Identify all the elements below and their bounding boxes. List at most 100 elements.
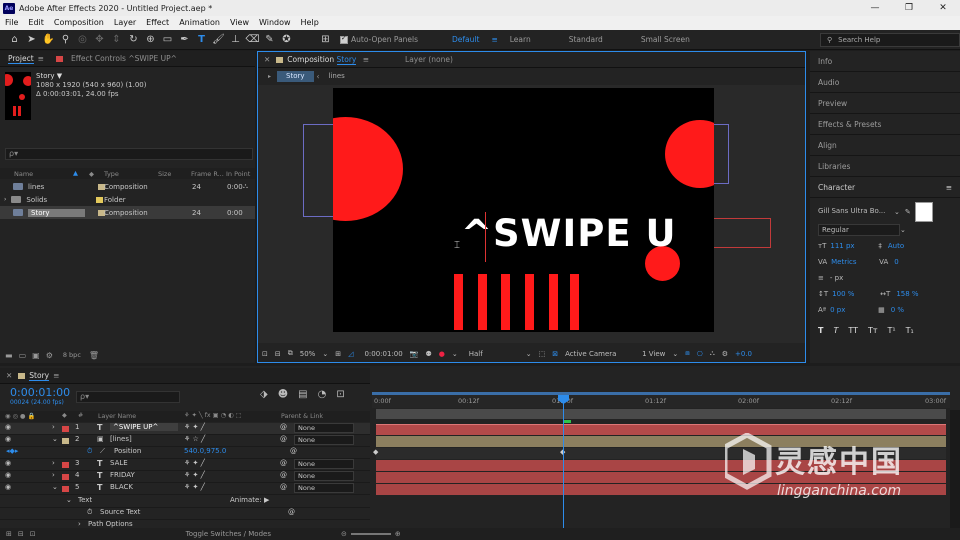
panel-character[interactable]: Character ≡: [810, 177, 960, 198]
menu-animation[interactable]: Animation: [174, 16, 225, 30]
menu-view[interactable]: View: [225, 16, 254, 30]
red-circle-left[interactable]: [333, 117, 403, 221]
tab-layer[interactable]: Layer (none): [397, 52, 461, 68]
video-eye-icon[interactable]: ◉ ◎ ● 🔒: [5, 412, 35, 420]
parent-dropdown[interactable]: None: [294, 435, 354, 445]
col-name[interactable]: Name: [14, 170, 33, 178]
tab-timeline-story[interactable]: Story ≡: [25, 368, 67, 384]
menu-edit[interactable]: Edit: [23, 16, 49, 30]
show-snapshot-icon[interactable]: ⚉: [425, 350, 431, 358]
label-col-icon[interactable]: ◆: [89, 170, 94, 178]
modes-pane-icon[interactable]: ⊟: [18, 530, 24, 538]
transparency-grid-icon[interactable]: ⊠: [552, 350, 558, 358]
layer-switches-icon[interactable]: ⚘ ✦ ╱: [184, 423, 205, 431]
panel-menu-icon[interactable]: ≡: [946, 177, 952, 198]
minimize-button[interactable]: —: [858, 0, 892, 16]
project-comp-name[interactable]: Story ▼: [36, 72, 147, 81]
sort-arrow-icon[interactable]: ▲: [73, 169, 78, 177]
layer-label-color[interactable]: [62, 474, 69, 480]
chevron-down-icon[interactable]: ⌄: [900, 226, 906, 234]
chevron-right-icon[interactable]: ›: [52, 459, 55, 467]
layer-switches-pane-icon[interactable]: ⊞: [6, 530, 12, 538]
label-color[interactable]: [96, 196, 104, 203]
red-line-2[interactable]: [478, 274, 487, 330]
pick-whip-icon[interactable]: @: [280, 459, 287, 467]
workspace-learn[interactable]: Learn: [498, 30, 543, 50]
layer-bounding-box[interactable]: [713, 124, 729, 184]
frame-blending-icon[interactable]: ▤: [298, 389, 307, 400]
red-line-1[interactable]: [454, 274, 463, 330]
layout-icon[interactable]: ⧉: [288, 349, 293, 358]
chevron-down-icon[interactable]: ⌄: [894, 208, 900, 216]
keyframe-navigator-icon[interactable]: ◂◆▸: [6, 447, 18, 455]
auto-open-panels-checkbox[interactable]: [340, 34, 348, 44]
toggle-pixel-aspect-icon[interactable]: ⧈: [685, 349, 689, 358]
time-ruler[interactable]: 0:00f 00:12f 01:00f 01:12f 02:00f 02:12f…: [372, 392, 950, 408]
chevron-right-icon[interactable]: ›: [52, 423, 55, 431]
chevron-down-icon[interactable]: ⌄: [452, 350, 458, 358]
visibility-eye-icon[interactable]: ◉: [5, 471, 11, 479]
layer-switches-icon[interactable]: ⚘ ✦ ╱: [184, 459, 205, 467]
red-line-6[interactable]: [570, 274, 579, 330]
menu-window[interactable]: Window: [254, 16, 296, 30]
current-time-indicator[interactable]: [563, 396, 564, 531]
source-text-row[interactable]: ⏱ Source Text @: [0, 508, 370, 520]
breadcrumb-story[interactable]: Story: [277, 70, 314, 82]
selection-tool-icon[interactable]: ➤: [23, 30, 40, 50]
graph-editor-icon[interactable]: ⊡: [336, 389, 344, 400]
rectangle-tool-icon[interactable]: ▭: [159, 30, 176, 50]
tracking-field[interactable]: 0: [894, 258, 898, 266]
visibility-eye-icon[interactable]: ◉: [5, 459, 11, 467]
parent-dropdown[interactable]: None: [294, 459, 354, 469]
interpret-footage-icon[interactable]: ▬: [5, 351, 13, 360]
red-line-4[interactable]: [525, 274, 534, 330]
in-out-pane-icon[interactable]: ⊡: [30, 530, 36, 538]
layer-name[interactable]: ^SWIPE UP^: [110, 423, 178, 431]
tab-composition[interactable]: Composition Story ≡: [283, 52, 377, 68]
chevron-right-icon[interactable]: ›: [4, 196, 6, 203]
position-property-row[interactable]: ◂◆▸ ⏱ ⟋ Position 540.0,975.0 @: [0, 447, 370, 459]
red-line-5[interactable]: [549, 274, 558, 330]
panel-preview[interactable]: Preview: [810, 93, 960, 114]
parent-dropdown[interactable]: None: [294, 483, 354, 493]
red-line-3[interactable]: [501, 274, 510, 330]
puppet-tool-icon[interactable]: ✪: [278, 30, 295, 50]
col-parent-link[interactable]: Parent & Link: [281, 413, 323, 420]
vertical-scale-field[interactable]: 100 %: [832, 290, 880, 298]
faux-italic-button[interactable]: T: [833, 326, 838, 335]
hand-tool-icon[interactable]: ✋: [40, 30, 57, 50]
fill-color-swatch[interactable]: [914, 202, 933, 222]
col-frame-rate[interactable]: Frame R...: [191, 170, 224, 178]
project-search-input[interactable]: ρ▾: [5, 148, 253, 160]
anchor-point-tool-icon[interactable]: ⊕: [142, 30, 159, 50]
tab-effect-controls[interactable]: Effect Controls ^SWIPE UP^: [63, 51, 185, 67]
roto-brush-tool-icon[interactable]: ✎: [261, 30, 278, 50]
font-style-dropdown[interactable]: Regular: [818, 224, 900, 236]
tab-project[interactable]: Project ≡: [0, 51, 52, 67]
color-channel-icon[interactable]: ●: [439, 350, 445, 358]
panel-libraries[interactable]: Libraries: [810, 156, 960, 177]
chevron-down-icon[interactable]: ⌄: [672, 350, 678, 358]
layer-name[interactable]: BLACK: [110, 483, 133, 491]
layer-label-color[interactable]: [62, 462, 69, 468]
reset-exposure-icon[interactable]: ⚙: [722, 350, 728, 358]
timeline-current-time[interactable]: 0:00:01:00: [10, 386, 70, 399]
layer-row-1[interactable]: ◉ › 1 T ^SWIPE UP^ ⚘ ✦ ╱ @ None: [0, 423, 370, 435]
motion-blur-icon[interactable]: ◔: [318, 389, 327, 400]
comp-lock-icon[interactable]: ▸: [268, 73, 271, 80]
horizontal-scale-field[interactable]: 158 %: [896, 290, 918, 298]
menu-composition[interactable]: Composition: [49, 16, 109, 30]
faux-bold-button[interactable]: T: [818, 326, 823, 335]
kerning-field[interactable]: Metrics: [831, 258, 879, 266]
layer-switches-icon[interactable]: ⚘ ✦ ╱: [184, 471, 205, 479]
text-layer-bounding-box[interactable]: [712, 218, 771, 248]
tsume-field[interactable]: 0 %: [891, 306, 904, 314]
close-tab-icon[interactable]: ✕: [6, 371, 12, 380]
stopwatch-icon[interactable]: ⏱: [87, 447, 92, 456]
chevron-down-icon[interactable]: ⌄: [52, 483, 58, 491]
panel-align[interactable]: Align: [810, 135, 960, 156]
region-of-interest-icon[interactable]: ⬚: [539, 350, 546, 358]
layer-name[interactable]: FRIDAY: [110, 471, 135, 479]
resolution-dropdown[interactable]: Half: [469, 350, 519, 358]
comp-mini-flowchart-icon[interactable]: ⬗: [260, 389, 268, 400]
